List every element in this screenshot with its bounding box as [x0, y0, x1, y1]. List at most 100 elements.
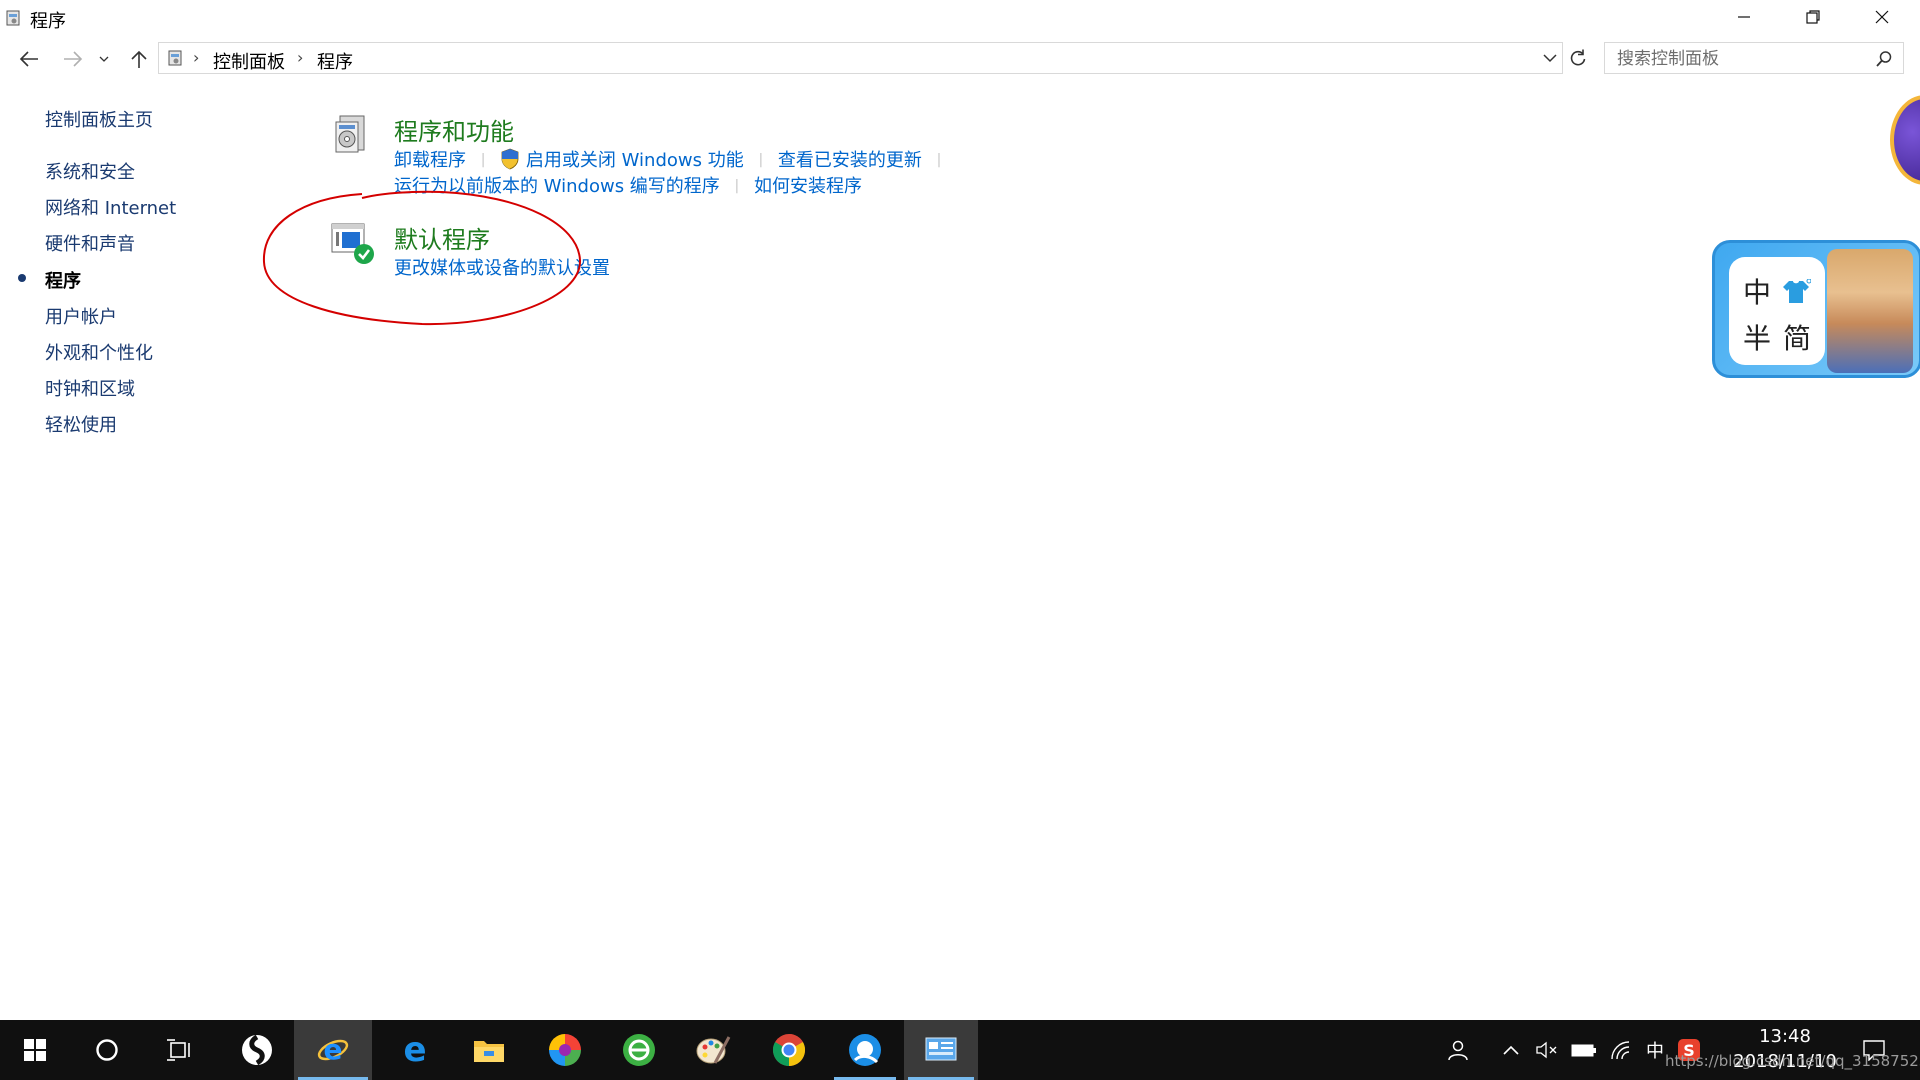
search-box[interactable]	[1604, 42, 1904, 74]
floating-ball[interactable]	[1890, 95, 1920, 185]
link-separator: |	[758, 152, 764, 168]
game-widget[interactable]: 中 半 简	[1712, 240, 1920, 378]
annotation-circle	[262, 190, 582, 326]
browser-icon	[623, 1034, 655, 1066]
refresh-icon[interactable]	[1568, 48, 1588, 68]
cortana-button[interactable]	[72, 1020, 142, 1080]
edge-icon: e	[403, 1033, 426, 1067]
arrow-left-icon	[19, 51, 38, 67]
window-title: 程序	[30, 11, 66, 32]
installed-updates-link[interactable]: 查看已安装的更新	[778, 150, 922, 171]
taskbar: e e 中 S 13:48 2018/11/10	[0, 1020, 1920, 1080]
search-icon[interactable]	[1875, 50, 1893, 68]
sidebar-item-network[interactable]: 网络和 Internet	[45, 194, 176, 220]
taskbar-browser[interactable]	[604, 1020, 674, 1080]
app-icon	[242, 1034, 272, 1066]
paint-icon	[696, 1036, 731, 1064]
svg-text:e: e	[324, 1033, 343, 1066]
shirt-icon	[1783, 279, 1811, 303]
breadcrumb-control-panel[interactable]: 控制面板	[213, 48, 285, 74]
restore-icon	[1806, 10, 1820, 24]
programs-features-links-row1: 卸载程序 | 启用或关闭 Windows 功能 | 查看已安装的更新 |	[394, 146, 950, 172]
recent-locations-button[interactable]	[94, 44, 114, 74]
taskbar-chrome[interactable]	[754, 1020, 824, 1080]
search-input[interactable]	[1615, 47, 1859, 71]
network-button[interactable]	[1604, 1020, 1638, 1080]
link-separator: |	[480, 152, 486, 168]
ie-icon: e	[317, 1033, 349, 1066]
programs-features-icon	[335, 115, 365, 153]
minimize-icon	[1738, 16, 1750, 18]
sidebar-item-home[interactable]: 控制面板主页	[45, 106, 153, 132]
breadcrumb-programs[interactable]: 程序	[317, 48, 353, 74]
taskbar-file-explorer[interactable]	[454, 1020, 524, 1080]
control-panel-icon	[6, 10, 20, 26]
file-explorer-icon	[474, 1041, 504, 1062]
sidebar-item-appearance[interactable]: 外观和个性化	[45, 339, 153, 365]
start-button[interactable]	[0, 1020, 70, 1080]
taskbar-control-panel[interactable]	[904, 1020, 978, 1080]
volume-button[interactable]	[1530, 1020, 1564, 1080]
close-button[interactable]	[1848, 0, 1916, 34]
start-icon	[24, 1039, 46, 1061]
sidebar-item-hardware-sound[interactable]: 硬件和声音	[45, 230, 135, 256]
taskbar-qq-browser[interactable]	[830, 1020, 900, 1080]
back-button[interactable]	[14, 44, 44, 74]
task-view-icon	[167, 1039, 190, 1061]
ime-char: 简	[1783, 322, 1812, 355]
sogou-button[interactable]: S	[1672, 1020, 1706, 1080]
cortana-icon	[96, 1039, 118, 1061]
minimize-button[interactable]	[1710, 0, 1778, 34]
forward-button[interactable]	[58, 44, 88, 74]
battery-button[interactable]	[1566, 1020, 1602, 1080]
tray-overflow-button[interactable]	[1496, 1020, 1526, 1080]
link-separator: |	[936, 152, 942, 168]
arrow-up-icon	[131, 50, 147, 68]
how-to-install-link[interactable]: 如何安装程序	[754, 176, 862, 197]
programs-features-heading[interactable]: 程序和功能	[394, 112, 514, 147]
chevron-right-icon: ›	[193, 48, 200, 67]
taskbar-paint[interactable]	[678, 1020, 748, 1080]
sidebar-item-system-security[interactable]: 系统和安全	[45, 158, 135, 184]
watermark: https://blog.csdn.net/qq_31587525	[1665, 1052, 1920, 1070]
clock-time: 13:48	[1759, 1026, 1811, 1047]
chevron-up-icon	[1503, 1045, 1519, 1055]
taskbar-ie[interactable]: e	[294, 1020, 372, 1080]
ime-card: 中 半 简	[1729, 257, 1825, 365]
up-button[interactable]	[124, 44, 154, 74]
task-view-button[interactable]	[144, 1020, 214, 1080]
photos-icon	[549, 1034, 581, 1066]
link-separator: |	[734, 178, 740, 194]
people-button[interactable]	[1440, 1020, 1476, 1080]
navigation-bar: › 控制面板 › 程序	[0, 40, 1920, 78]
svg-text:e: e	[403, 1033, 426, 1067]
ime-char: 中	[1743, 276, 1772, 309]
windows-features-link[interactable]: 启用或关闭 Windows 功能	[526, 150, 744, 171]
sidebar-item-clock-region[interactable]: 时钟和区域	[45, 375, 135, 401]
chrome-icon	[772, 1034, 806, 1066]
wifi-icon	[1611, 1041, 1630, 1060]
uac-shield-icon	[501, 148, 519, 170]
title-bar: 程序	[0, 0, 1920, 36]
taskbar-app[interactable]	[222, 1020, 292, 1080]
uninstall-program-link[interactable]: 卸载程序	[394, 150, 466, 171]
ime-char: 半	[1743, 322, 1772, 355]
chevron-down-icon[interactable]	[1542, 51, 1558, 65]
chevron-right-icon: ›	[297, 48, 304, 67]
sidebar-item-user-accounts[interactable]: 用户帐户	[45, 303, 117, 329]
taskbar-photos[interactable]	[530, 1020, 600, 1080]
sidebar-item-programs[interactable]: 程序	[45, 267, 81, 293]
ime-indicator[interactable]: 中	[1640, 1020, 1670, 1080]
restore-button[interactable]	[1779, 0, 1847, 34]
character-avatar	[1827, 249, 1913, 373]
chevron-down-icon	[99, 56, 109, 62]
address-bar[interactable]: › 控制面板 › 程序	[158, 42, 1563, 74]
taskbar-edge[interactable]: e	[380, 1020, 450, 1080]
qq-browser-icon	[849, 1034, 881, 1066]
active-bullet-icon	[18, 274, 26, 282]
action-center-button[interactable]	[1854, 1020, 1894, 1080]
arrow-right-icon	[64, 51, 83, 67]
sidebar-item-ease-of-access[interactable]: 轻松使用	[45, 411, 117, 437]
battery-icon	[1571, 1044, 1596, 1057]
volume-muted-icon	[1536, 1041, 1557, 1059]
